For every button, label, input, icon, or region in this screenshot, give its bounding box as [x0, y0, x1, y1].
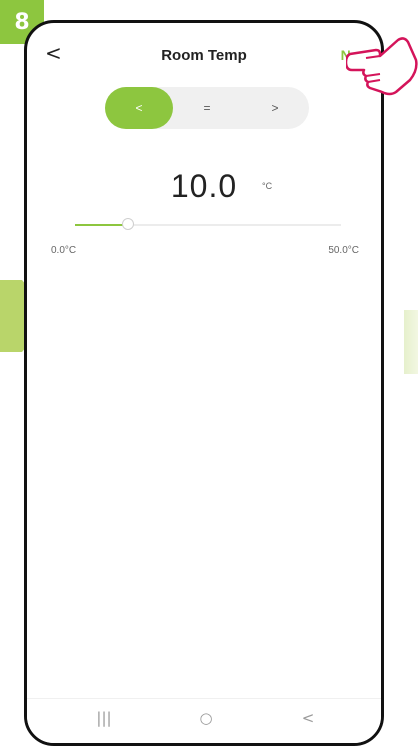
- segment-equal[interactable]: =: [173, 87, 241, 129]
- slider-max-label: 50.0°C: [328, 245, 359, 256]
- system-nav-bar: ||| ○ <: [27, 698, 381, 743]
- segment-less-than[interactable]: <: [105, 87, 173, 129]
- phone-frame: < Room Temp Next < = > 10.0 °C 0.0°C 50.…: [24, 20, 384, 746]
- right-arrow-indicator: [404, 310, 418, 374]
- slider-thumb[interactable]: [122, 218, 135, 230]
- pointing-hand-icon: [346, 37, 418, 96]
- slider-fill: [75, 224, 129, 226]
- app-header: < Room Temp Next: [27, 23, 381, 85]
- page-title: Room Temp: [161, 47, 247, 64]
- recent-apps-icon[interactable]: |||: [89, 709, 119, 727]
- temperature-slider[interactable]: [75, 218, 341, 230]
- temperature-value: 10.0: [170, 168, 238, 204]
- nav-back-icon[interactable]: <: [293, 709, 323, 727]
- home-icon[interactable]: ○: [191, 709, 221, 727]
- segment-greater-than[interactable]: >: [241, 87, 309, 129]
- left-arrow-indicator: [0, 280, 22, 352]
- comparison-segmented-control: < = >: [105, 87, 309, 129]
- slider-min-label: 0.0°C: [51, 245, 77, 256]
- temperature-unit: °C: [262, 181, 273, 191]
